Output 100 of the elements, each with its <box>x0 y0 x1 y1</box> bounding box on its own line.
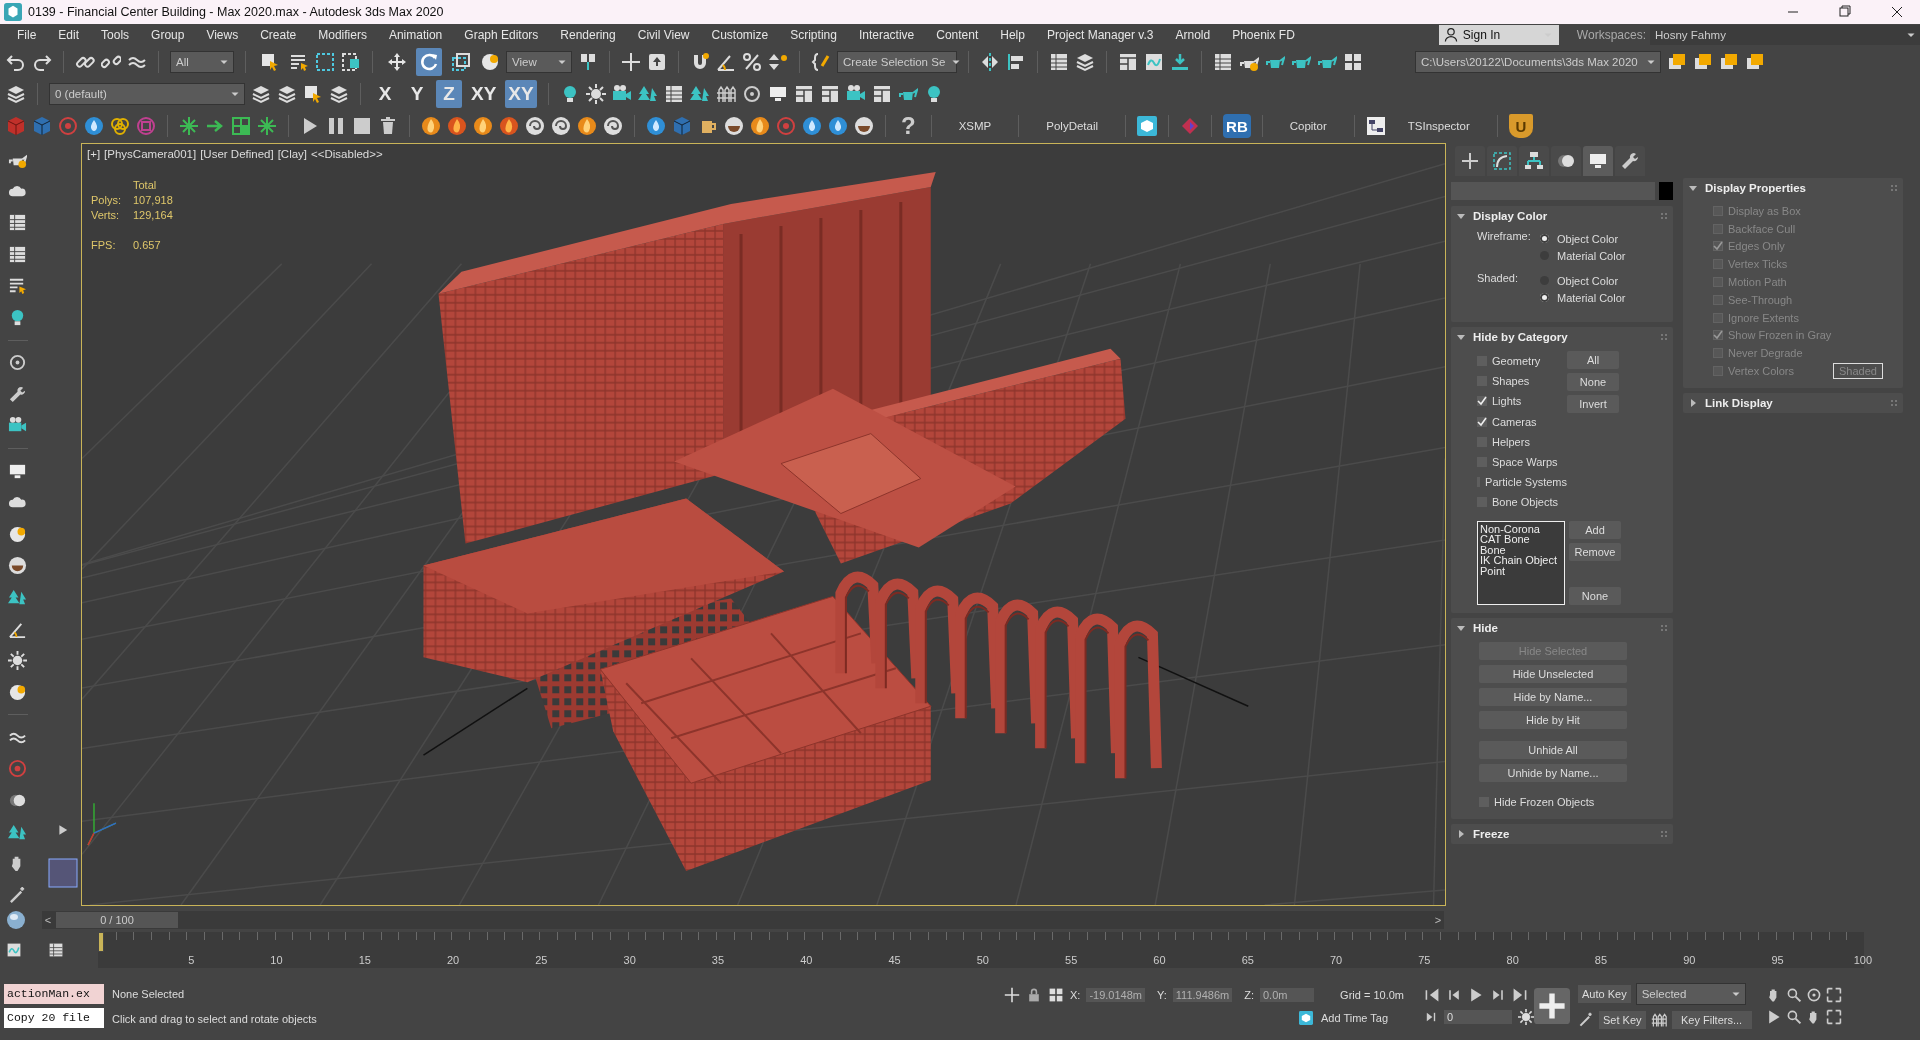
table-icon[interactable] <box>8 213 27 233</box>
next-frame-button[interactable]: > <box>1432 914 1444 926</box>
upload-box-icon[interactable] <box>647 52 667 72</box>
water-drop-icon[interactable] <box>84 116 104 136</box>
skip-back-icon[interactable] <box>1424 987 1440 1003</box>
listener-field[interactable]: actionMan.ex <box>4 984 104 1004</box>
flame-icon[interactable] <box>577 116 597 136</box>
category-list[interactable]: Non-Corona CAT Bone Bone IK Chain Object Point <box>1477 520 1565 605</box>
maximize-icon[interactable] <box>1825 1009 1842 1025</box>
auto-key-button[interactable]: Auto Key <box>1578 985 1631 1003</box>
menu-item[interactable]: Civil View <box>626 28 701 42</box>
folder-stack-icon[interactable] <box>1667 52 1687 72</box>
modify-tab[interactable] <box>1487 146 1517 176</box>
menu-item[interactable]: Group <box>140 28 196 42</box>
layers-icon[interactable] <box>251 84 271 104</box>
wrench-icon[interactable] <box>8 384 27 404</box>
create-tab[interactable] <box>1455 146 1485 176</box>
sphere-icon[interactable] <box>8 524 27 544</box>
menu-item[interactable]: Customize <box>700 28 780 42</box>
curve-window-icon[interactable] <box>1144 52 1164 72</box>
flame-icon[interactable] <box>473 116 493 136</box>
crosshair-icon[interactable] <box>621 52 641 72</box>
zoom-icon[interactable] <box>1785 987 1802 1003</box>
dashed-rectangle-icon[interactable] <box>315 52 335 72</box>
list-item[interactable]: CAT Bone <box>1480 534 1562 545</box>
grip-icon[interactable] <box>1661 624 1667 631</box>
lock-icon[interactable] <box>1026 987 1042 1003</box>
grip-icon[interactable] <box>1661 830 1667 837</box>
window-grid-icon[interactable] <box>819 84 840 104</box>
pause-icon[interactable] <box>326 116 346 136</box>
play-icon[interactable] <box>57 824 69 836</box>
flame-icon[interactable] <box>421 116 441 136</box>
menu-item[interactable]: Scripting <box>779 28 848 42</box>
key-filters-button[interactable]: Key Filters... <box>1671 1011 1752 1029</box>
hide-button[interactable]: Hide by Name... <box>1479 687 1627 706</box>
table-icon[interactable] <box>48 942 64 958</box>
previous-frame-button[interactable]: < <box>42 914 54 926</box>
select-cursor-icon[interactable] <box>303 84 323 104</box>
mirror-icon[interactable] <box>980 52 1000 72</box>
grip-icon[interactable] <box>1891 399 1897 406</box>
set-key-button[interactable]: Set Key <box>1599 1011 1646 1029</box>
download-icon[interactable] <box>1170 52 1190 72</box>
workspace-dropdown[interactable]: Hosny Fahmy <box>1650 25 1920 45</box>
pin-icon[interactable] <box>578 52 598 72</box>
display-tab[interactable] <box>1583 146 1613 176</box>
sun-icon[interactable] <box>8 651 27 671</box>
rollout-header[interactable]: Hide <box>1451 617 1673 638</box>
viewport-label-menu[interactable]: [User Defined] <box>200 148 274 160</box>
crosshair-icon[interactable] <box>1004 987 1020 1003</box>
plugin-badge-button[interactable]: RB <box>1223 114 1251 138</box>
coordinate-field[interactable]: 111.9486m <box>1172 988 1233 1002</box>
hierarchy-tab[interactable] <box>1519 146 1549 176</box>
monitor-icon[interactable] <box>767 84 788 104</box>
list-cursor-icon[interactable] <box>289 52 309 72</box>
water-drop-icon[interactable] <box>802 116 822 136</box>
layers-icon[interactable] <box>329 84 349 104</box>
plugin-button[interactable]: TSInspector <box>1391 112 1486 140</box>
coordinate-field[interactable]: 0.0m <box>1260 988 1315 1002</box>
zoom-icon[interactable] <box>1785 1009 1802 1025</box>
table-icon[interactable] <box>1213 52 1233 72</box>
menu-item[interactable]: Project Manager v.3 <box>1035 28 1165 42</box>
window-grid-icon[interactable] <box>871 84 892 104</box>
axis-constraint-button[interactable]: XY <box>468 80 500 108</box>
step-forward-icon[interactable] <box>1490 987 1506 1003</box>
trash-icon[interactable] <box>378 116 398 136</box>
window-grid-icon[interactable] <box>793 84 814 104</box>
list-button[interactable]: None <box>1569 586 1621 605</box>
plugin-badge-button[interactable]: U <box>1508 114 1533 138</box>
undo-icon[interactable] <box>6 52 26 72</box>
hide-button[interactable]: Hide by Hit <box>1479 710 1627 729</box>
flowchart-icon[interactable] <box>1365 116 1386 136</box>
menu-item[interactable]: Interactive <box>847 28 926 42</box>
radio-button[interactable] <box>1540 293 1549 302</box>
list-button[interactable]: Remove <box>1569 542 1621 561</box>
step-forward-icon[interactable] <box>1424 1010 1438 1024</box>
bowl-icon[interactable] <box>854 116 874 136</box>
swirl-icon[interactable] <box>603 116 623 136</box>
wand-icon[interactable] <box>8 885 27 905</box>
viewport-label-menu[interactable]: <<Disabled>> <box>311 148 383 160</box>
menu-item[interactable]: Views <box>195 28 250 42</box>
fence-icon[interactable] <box>715 84 736 104</box>
help-button[interactable]: ? <box>897 112 920 140</box>
motion-tab[interactable] <box>1551 146 1581 176</box>
reference-coordinate-dropdown[interactable]: View <box>506 51 572 73</box>
list-item[interactable]: Non-Corona <box>1480 523 1562 534</box>
swirl-icon[interactable] <box>551 116 571 136</box>
four-squares-icon[interactable] <box>1343 52 1363 72</box>
layers-icon[interactable] <box>6 84 26 104</box>
flame-icon[interactable] <box>499 116 519 136</box>
menu-item[interactable]: Arnold <box>1164 28 1222 42</box>
menu-item[interactable]: Animation <box>377 28 454 42</box>
hide-button[interactable]: Unhide All <box>1479 740 1627 759</box>
tree-icon[interactable] <box>8 587 27 607</box>
grip-icon[interactable] <box>1661 334 1667 340</box>
color-swatch[interactable] <box>1659 182 1673 200</box>
menu-item[interactable]: Content <box>925 28 990 42</box>
named-selection-dropdown[interactable]: Create Selection Se <box>837 51 957 73</box>
time-slider-thumb[interactable]: 0 / 100 <box>56 912 178 928</box>
listener-field[interactable]: Copy 20 file <box>4 1008 104 1028</box>
curve-window-icon[interactable] <box>6 942 22 958</box>
